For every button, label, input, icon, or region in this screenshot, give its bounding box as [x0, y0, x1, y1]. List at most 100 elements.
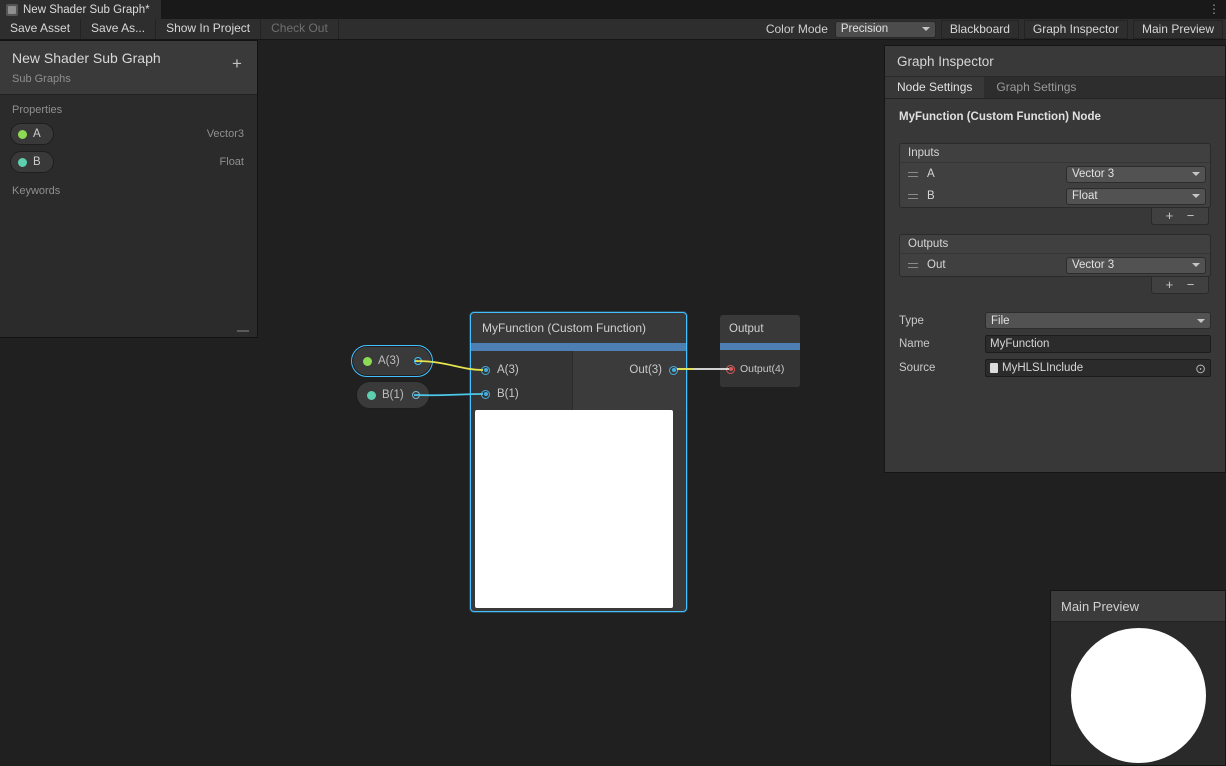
output-row-out[interactable]: Out Vector 3 [900, 254, 1210, 276]
show-in-project-button[interactable]: Show In Project [156, 19, 261, 39]
property-pill[interactable]: A [10, 123, 54, 145]
property-node-b[interactable]: B(1) [356, 381, 430, 409]
inputs-add-remove-box: + − [1151, 208, 1209, 225]
save-as-button[interactable]: Save As... [81, 19, 156, 39]
dropdown-value: Float [1072, 190, 1098, 202]
object-picker-icon[interactable]: ⊙ [1195, 362, 1207, 375]
input-port-row-a: A(3) [471, 358, 572, 382]
color-mode-label: Color Mode [766, 22, 828, 36]
property-b-output-port-icon[interactable] [412, 391, 420, 399]
shader-graph-icon [6, 4, 18, 16]
blackboard-panel: New Shader Sub Graph Sub Graphs + Proper… [0, 40, 258, 338]
name-field[interactable] [985, 335, 1211, 353]
inspector-body: MyFunction (Custom Function) Node Inputs… [885, 99, 1225, 385]
property-row-a[interactable]: A Vector3 [0, 120, 257, 148]
input-a-type-dropdown[interactable]: Vector 3 [1066, 166, 1206, 183]
tab-graph-settings[interactable]: Graph Settings [984, 77, 1088, 98]
tab-bar: New Shader Sub Graph* ⋮ [0, 0, 1226, 19]
properties-section-label: Properties [0, 95, 257, 120]
input-name: B [927, 190, 935, 202]
drag-handle-icon[interactable] [908, 172, 918, 177]
float-type-dot-icon [367, 391, 376, 400]
chevron-down-icon [1192, 172, 1200, 176]
outputs-list: Outputs Out Vector 3 [899, 234, 1211, 277]
property-type: Float [220, 156, 244, 168]
drag-handle-icon[interactable] [908, 194, 918, 199]
property-a-output-port-icon[interactable] [414, 357, 422, 365]
property-row-b[interactable]: B Float [0, 148, 257, 176]
tab-node-settings[interactable]: Node Settings [885, 77, 984, 98]
blackboard-title: New Shader Sub Graph [12, 50, 245, 66]
input-port-label: B(1) [497, 388, 519, 400]
main-preview-panel: Main Preview [1050, 590, 1226, 766]
output-port-label: Out(3) [629, 364, 662, 376]
input-port-b-icon[interactable] [481, 390, 490, 399]
node-preview [475, 410, 673, 608]
keywords-section-label: Keywords [0, 176, 257, 201]
source-object-field[interactable]: MyHLSLInclude ⊙ [985, 359, 1211, 377]
graph-inspector-toggle-button[interactable]: Graph Inspector [1024, 20, 1128, 39]
chevron-down-icon [1197, 319, 1205, 323]
source-value: MyHLSLInclude [1002, 362, 1083, 374]
add-input-button[interactable]: + [1166, 209, 1174, 223]
remove-output-button[interactable]: − [1187, 278, 1195, 292]
node-port-area: A(3) B(1) Out(3) [471, 351, 686, 410]
input-b-type-dropdown[interactable]: Float [1066, 188, 1206, 205]
resize-handle[interactable] [237, 330, 249, 332]
blackboard-subtitle: Sub Graphs [12, 73, 245, 85]
input-row-a[interactable]: A Vector 3 [900, 163, 1210, 185]
add-output-button[interactable]: + [1166, 278, 1174, 292]
vector3-type-dot-icon [363, 357, 372, 366]
chevron-down-icon [1192, 263, 1200, 267]
output-name: Out [927, 259, 946, 271]
input-name: A [927, 168, 935, 180]
source-field-row: Source MyHLSLInclude ⊙ [899, 359, 1211, 377]
inputs-list-footer: + − [899, 208, 1211, 225]
output-port-icon[interactable] [726, 365, 735, 374]
tab-title: New Shader Sub Graph* [23, 4, 150, 16]
toolbar: Save Asset Save As... Show In Project Ch… [0, 19, 1226, 40]
main-preview-body[interactable] [1051, 622, 1225, 765]
vector3-type-dot-icon [18, 130, 27, 139]
input-port-row-b: B(1) [471, 382, 572, 406]
property-node-a[interactable]: A(3) [352, 346, 432, 376]
function-fields: Type File Name Source MyHLSLInclude ⊙ [899, 312, 1211, 377]
selected-node-title: MyFunction (Custom Function) Node [899, 111, 1211, 123]
output-port-out-icon[interactable] [669, 366, 678, 375]
save-asset-button[interactable]: Save Asset [0, 19, 81, 39]
outputs-list-footer: + − [899, 277, 1211, 294]
tab-new-shader-sub-graph[interactable]: New Shader Sub Graph* [0, 0, 161, 19]
property-node-label: B(1) [382, 389, 404, 401]
output-ports-column: Out(3) [572, 351, 686, 410]
main-preview-title: Main Preview [1061, 599, 1139, 614]
output-node[interactable]: Output Output(4) [720, 315, 800, 387]
toolbar-left-group: Save Asset Save As... Show In Project Ch… [0, 19, 339, 39]
chevron-down-icon [1192, 194, 1200, 198]
remove-input-button[interactable]: − [1187, 209, 1195, 223]
toolbar-right-group: Color Mode Precision Blackboard Graph In… [766, 19, 1226, 39]
property-name: B [33, 156, 41, 168]
blackboard-toggle-button[interactable]: Blackboard [941, 20, 1019, 39]
output-out-type-dropdown[interactable]: Vector 3 [1066, 257, 1206, 274]
graph-inspector-header[interactable]: Graph Inspector [885, 46, 1225, 77]
input-port-label: A(3) [497, 364, 519, 376]
check-out-button[interactable]: Check Out [261, 19, 339, 39]
precision-value: Precision [841, 23, 888, 35]
precision-dropdown[interactable]: Precision [835, 21, 936, 38]
file-icon [990, 363, 998, 373]
inputs-list: Inputs A Vector 3 B Float [899, 143, 1211, 208]
main-preview-header[interactable]: Main Preview [1051, 591, 1225, 622]
overflow-menu-icon[interactable]: ⋮ [1208, 2, 1220, 16]
main-preview-toggle-button[interactable]: Main Preview [1133, 20, 1223, 39]
inputs-list-title: Inputs [900, 144, 1210, 163]
add-property-button[interactable]: + [227, 54, 247, 74]
property-pill[interactable]: B [10, 151, 54, 173]
myfunction-node[interactable]: MyFunction (Custom Function) A(3) B(1) O… [471, 313, 686, 611]
unity-shader-graph-window: New Shader Sub Graph* ⋮ Save Asset Save … [0, 0, 1226, 766]
type-dropdown[interactable]: File [985, 312, 1211, 329]
input-row-b[interactable]: B Float [900, 185, 1210, 207]
property-node-label: A(3) [378, 355, 400, 367]
input-port-a-icon[interactable] [481, 366, 490, 375]
blackboard-header[interactable]: New Shader Sub Graph Sub Graphs + [0, 41, 257, 95]
drag-handle-icon[interactable] [908, 263, 918, 268]
